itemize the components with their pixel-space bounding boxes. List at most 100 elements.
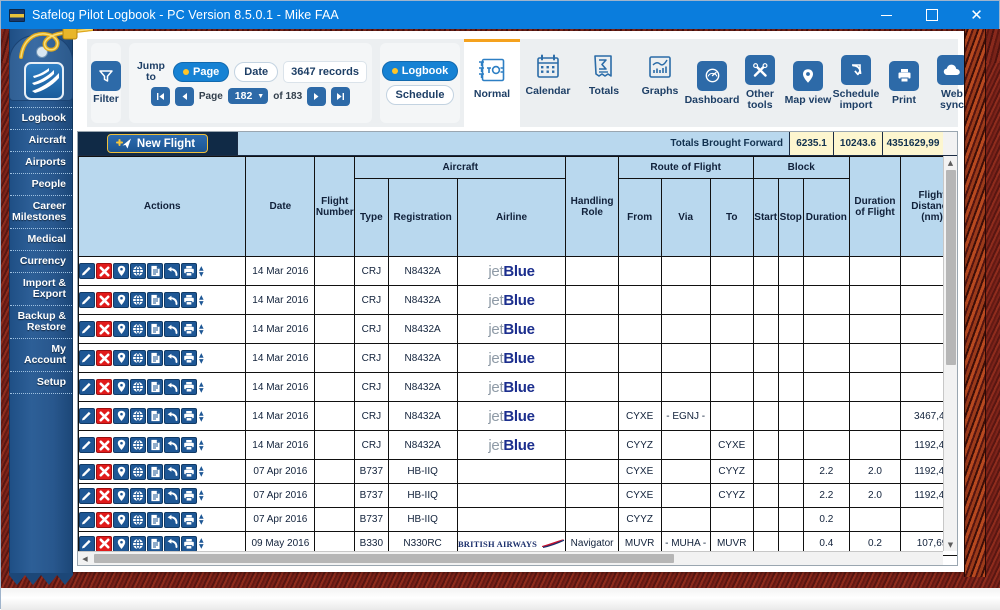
cell-airline[interactable]: jetBlue: [456, 256, 567, 286]
cell-handling-role[interactable]: [565, 507, 619, 532]
cell-date[interactable]: 14 Mar 2016: [245, 285, 316, 315]
cell-stop[interactable]: [777, 483, 804, 508]
header-duration[interactable]: Duration: [802, 178, 850, 257]
header-via[interactable]: Via: [660, 178, 711, 257]
map-pin-icon[interactable]: [113, 437, 129, 453]
cell-actions[interactable]: ▲ ▼: [78, 430, 247, 460]
delete-icon[interactable]: [96, 535, 112, 552]
cell-flight-number[interactable]: [314, 507, 356, 532]
sidebar-item-career-milestones[interactable]: Career Milestones: [10, 195, 72, 228]
filter-button[interactable]: Filter: [91, 43, 121, 123]
cell-actions[interactable]: ▲ ▼: [78, 483, 247, 508]
document-icon[interactable]: [147, 511, 163, 528]
cell-to[interactable]: CYYZ: [709, 483, 754, 508]
sidebar-item-my-account[interactable]: My Account: [10, 338, 72, 371]
cell-via[interactable]: [660, 372, 711, 402]
table-row[interactable]: ▲ ▼ 07 Apr 2016 B737 HB-IIQ CYYZ 0.2: [78, 507, 957, 532]
tab-totals[interactable]: Totals: [576, 39, 632, 127]
cell-start[interactable]: [752, 430, 779, 460]
delete-icon[interactable]: [96, 292, 112, 308]
sidebar-item-medical[interactable]: Medical: [10, 228, 72, 250]
cell-type[interactable]: CRJ: [354, 343, 389, 373]
delete-icon[interactable]: [96, 263, 112, 279]
edit-icon[interactable]: [79, 321, 95, 337]
delete-icon[interactable]: [96, 487, 112, 504]
revert-icon[interactable]: [164, 463, 180, 480]
table-row[interactable]: ▲ ▼ 14 Mar 2016 CRJ N8432A jetBlue: [78, 372, 957, 402]
cell-date[interactable]: 14 Mar 2016: [245, 401, 316, 431]
stepper-icon[interactable]: ▲ ▼: [199, 490, 204, 502]
edit-icon[interactable]: [79, 379, 95, 395]
cell-type[interactable]: B737: [354, 507, 389, 532]
cell-duration-of-flight[interactable]: [848, 401, 902, 431]
revert-icon[interactable]: [164, 511, 180, 528]
close-icon[interactable]: ✕: [954, 1, 999, 29]
cell-handling-role[interactable]: [565, 285, 619, 315]
cell-to[interactable]: [709, 507, 754, 532]
edit-icon[interactable]: [79, 292, 95, 308]
cell-flight-number[interactable]: [314, 459, 356, 484]
document-icon[interactable]: [147, 463, 163, 480]
print-icon[interactable]: [181, 292, 197, 308]
sidebar-item-airports[interactable]: Airports: [10, 151, 72, 173]
cell-stop[interactable]: [777, 314, 804, 344]
cell-from[interactable]: [617, 372, 662, 402]
stepper-icon[interactable]: ▲ ▼: [199, 294, 204, 306]
cell-from[interactable]: [617, 256, 662, 286]
cell-duration[interactable]: [802, 285, 850, 315]
cell-to[interactable]: [709, 343, 754, 373]
cell-date[interactable]: 14 Mar 2016: [245, 256, 316, 286]
revert-icon[interactable]: [164, 437, 180, 453]
cell-handling-role[interactable]: [565, 343, 619, 373]
header-duration-of-flight[interactable]: Duration of Flight: [848, 156, 902, 257]
next-page-button[interactable]: [307, 86, 327, 106]
header-handling-role[interactable]: Handling Role: [565, 156, 619, 257]
cell-airline[interactable]: jetBlue: [456, 314, 567, 344]
cell-to[interactable]: [709, 314, 754, 344]
tab-normal[interactable]: Normal: [464, 39, 520, 127]
stepper-icon[interactable]: ▲ ▼: [199, 439, 204, 451]
cell-via[interactable]: [660, 430, 711, 460]
cell-duration-of-flight[interactable]: 2.0: [848, 483, 902, 508]
cell-flight-number[interactable]: [314, 372, 356, 402]
sidebar-item-setup[interactable]: Setup: [10, 371, 72, 394]
cell-handling-role[interactable]: [565, 459, 619, 484]
cell-stop[interactable]: [777, 459, 804, 484]
header-from[interactable]: From: [617, 178, 662, 257]
cell-flight-number[interactable]: [314, 256, 356, 286]
print-icon[interactable]: [181, 379, 197, 395]
map-pin-icon[interactable]: [113, 511, 129, 528]
map-pin-icon[interactable]: [113, 535, 129, 552]
map-pin-icon[interactable]: [113, 379, 129, 395]
revert-icon[interactable]: [164, 408, 180, 424]
cell-from[interactable]: [617, 285, 662, 315]
globe-icon[interactable]: [130, 487, 146, 504]
tab-calendar[interactable]: Calendar: [520, 39, 576, 127]
cell-flight-number[interactable]: [314, 483, 356, 508]
cell-from[interactable]: CYXE: [617, 459, 662, 484]
mode-logbook-button[interactable]: Logbook: [381, 61, 459, 81]
cell-handling-role[interactable]: [565, 314, 619, 344]
stepper-icon[interactable]: ▲ ▼: [199, 265, 204, 277]
globe-icon[interactable]: [130, 263, 146, 279]
edit-icon[interactable]: [79, 511, 95, 528]
edit-icon[interactable]: [79, 487, 95, 504]
cell-handling-role[interactable]: [565, 483, 619, 508]
cell-date[interactable]: 14 Mar 2016: [245, 372, 316, 402]
cell-registration[interactable]: N8432A: [387, 343, 458, 373]
cell-via[interactable]: [660, 314, 711, 344]
cell-duration-of-flight[interactable]: [848, 343, 902, 373]
cell-actions[interactable]: ▲ ▼: [78, 459, 247, 484]
revert-icon[interactable]: [164, 263, 180, 279]
document-icon[interactable]: [147, 292, 163, 308]
document-icon[interactable]: [147, 408, 163, 424]
cell-date[interactable]: 07 Apr 2016: [245, 507, 316, 532]
edit-icon[interactable]: [79, 535, 95, 552]
globe-icon[interactable]: [130, 292, 146, 308]
cell-actions[interactable]: ▲ ▼: [78, 285, 247, 315]
edit-icon[interactable]: [79, 463, 95, 480]
table-row[interactable]: ▲ ▼ 14 Mar 2016 CRJ N8432A jetBlue: [78, 343, 957, 373]
cell-duration-of-flight[interactable]: [848, 430, 902, 460]
cell-registration[interactable]: N8432A: [387, 401, 458, 431]
cell-type[interactable]: B737: [354, 459, 389, 484]
